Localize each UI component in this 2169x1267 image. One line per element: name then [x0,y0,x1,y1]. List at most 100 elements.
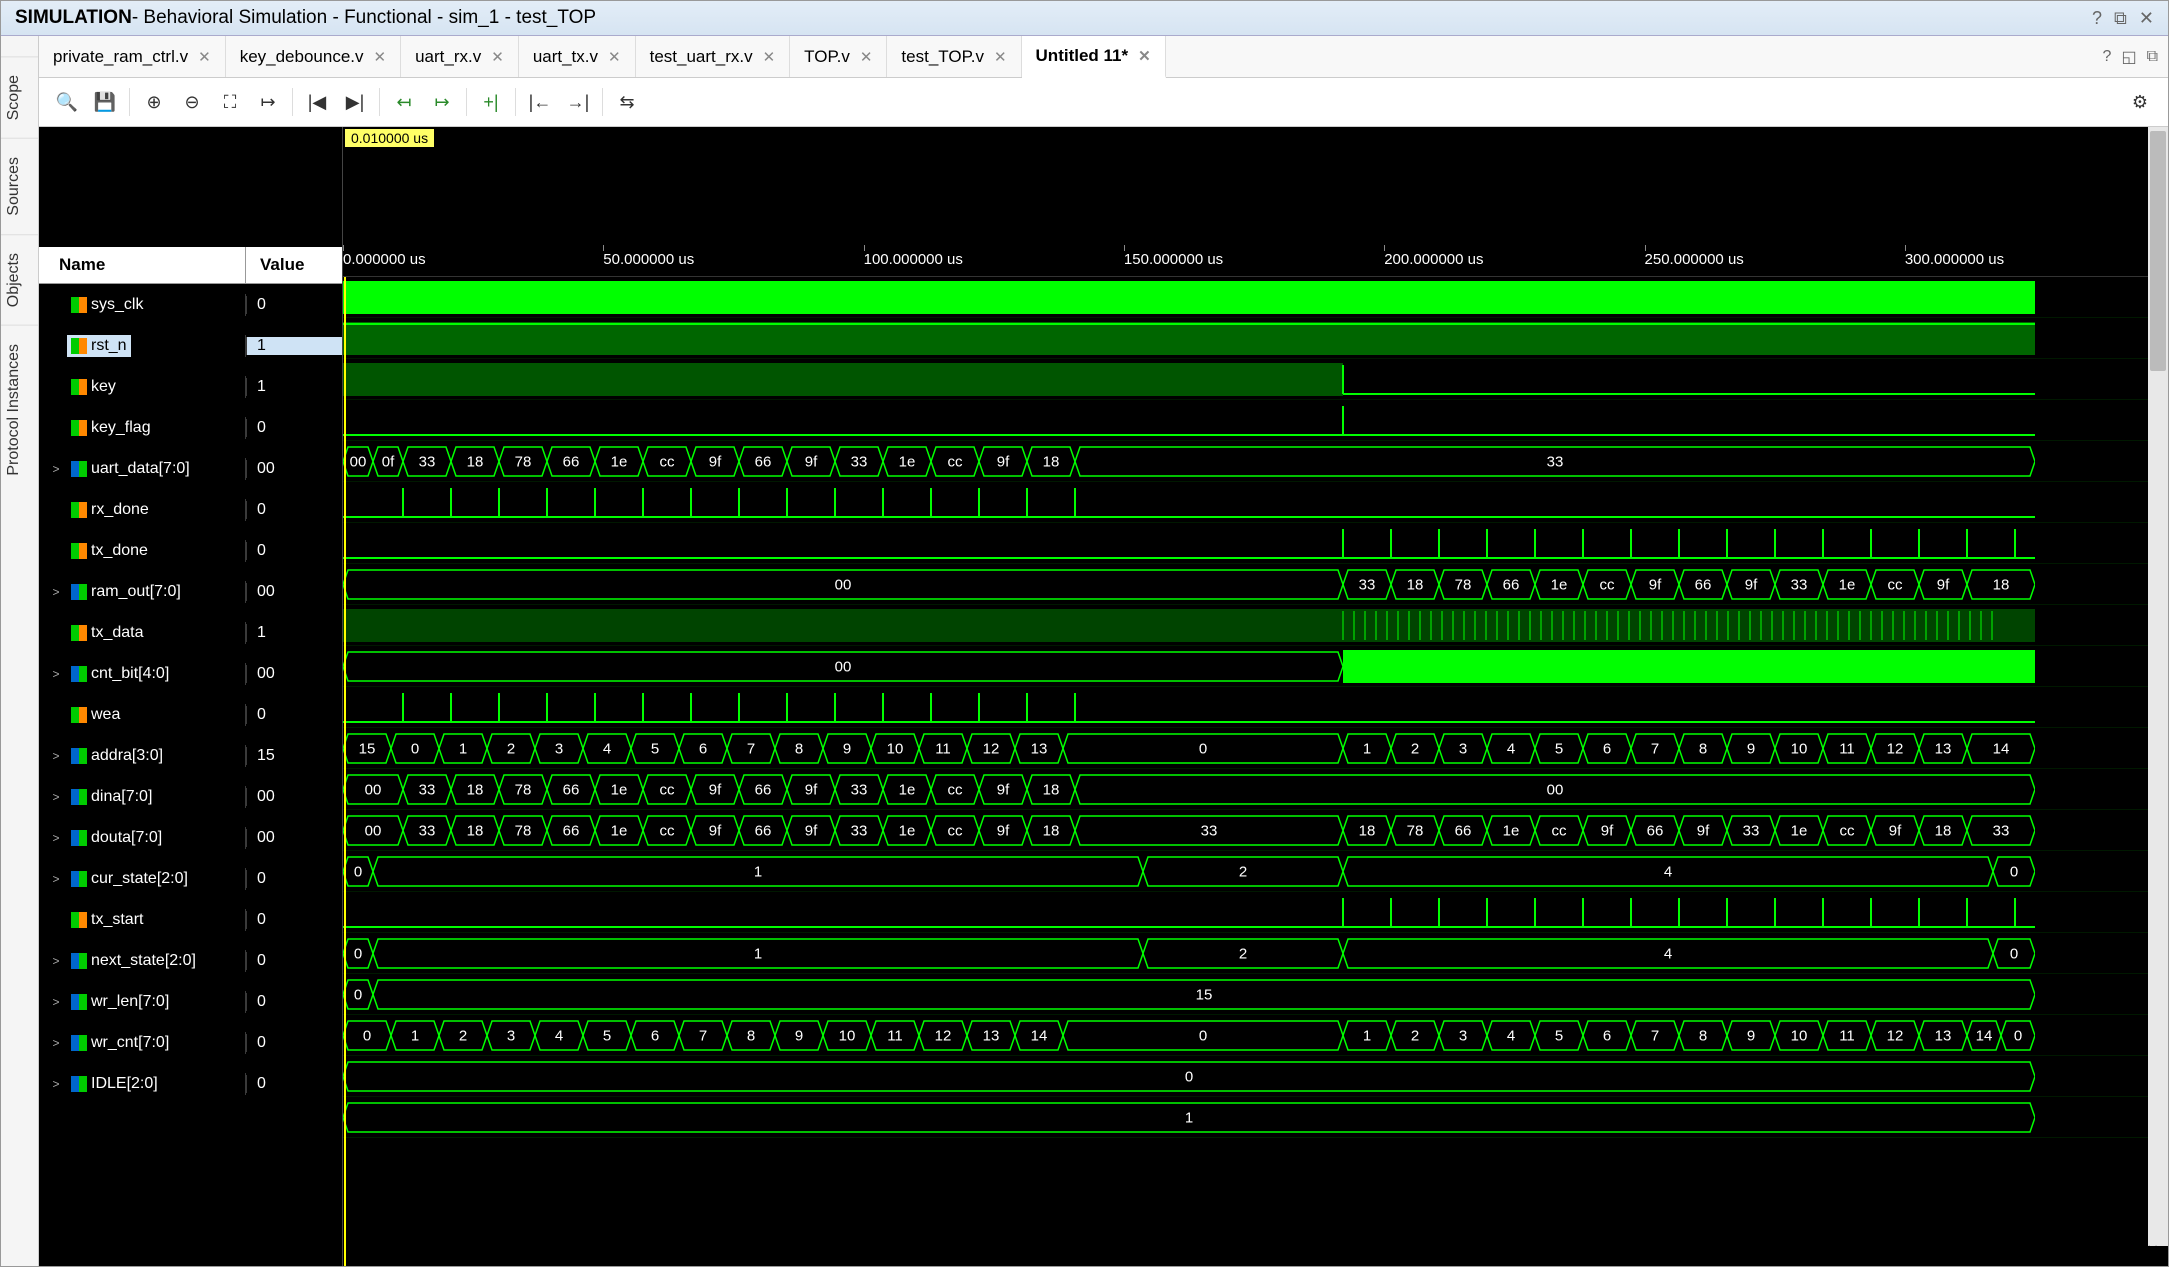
wave-row-cnt_bit-4-0-[interactable]: 00 [343,646,2168,687]
wave-row-tx_done[interactable] [343,523,2168,564]
save-icon[interactable]: 💾 [87,84,123,120]
wave-row-rst_n[interactable] [343,318,2168,359]
help-icon[interactable]: ? [2092,8,2102,29]
search-icon[interactable]: 🔍 [49,84,85,120]
close-tab-icon[interactable]: ✕ [994,48,1007,66]
expand-icon[interactable]: > [49,1036,63,1050]
wave-row-dina-7-0-[interactable]: 00331878661ecc9f669f331ecc9f1800 [343,769,2168,810]
expand-icon[interactable]: > [49,749,63,763]
prev-marker-icon[interactable]: |← [522,84,558,120]
signal-row-key_flag[interactable]: key_flag0 [39,407,342,448]
expand-icon[interactable]: > [49,954,63,968]
tab-uart_rx-v[interactable]: uart_rx.v✕ [401,36,519,77]
wave-row-douta-7-0-[interactable]: 00331878661ecc9f669f331ecc9f18331878661e… [343,810,2168,851]
add-marker-icon[interactable]: +| [473,84,509,120]
expand-icon[interactable]: > [49,585,63,599]
signal-row-tx_start[interactable]: tx_start0 [39,899,342,940]
close-tab-icon[interactable]: ✕ [608,48,621,66]
close-tab-icon[interactable]: ✕ [374,48,387,66]
expand-icon[interactable]: > [49,667,63,681]
col-name[interactable]: Name [39,247,246,284]
wave-row-uart_data-7-0-[interactable]: 000f331878661ecc9f669f331ecc9f1833 [343,441,2168,482]
close-tab-icon[interactable]: ✕ [860,48,873,66]
signal-row-IDLE-2-0-[interactable]: >IDLE[2:0]0 [39,1063,342,1104]
wave-row-wr_len-7-0-[interactable]: 015 [343,974,2168,1015]
next-marker-icon[interactable]: →| [560,84,596,120]
side-tab-protocol-instances[interactable]: Protocol Instances [1,325,38,494]
expand-icon[interactable]: > [49,1077,63,1091]
zoom-fit-icon[interactable]: ⛶ [212,84,248,120]
expand-icon[interactable]: > [49,995,63,1009]
wave-row-ram_out-7-0-[interactable]: 00331878661ecc9f669f331ecc9f18 [343,564,2168,605]
wave-row-cur_state-2-0-[interactable]: 01240 [343,851,2168,892]
wave-row-next_state-2-0-[interactable]: 01240 [343,933,2168,974]
wave-row-IDLE-2-0-[interactable]: 0 [343,1056,2168,1097]
cursor-line[interactable] [344,277,346,1266]
expand-icon[interactable]: > [49,872,63,886]
scrollbar-vertical[interactable] [2148,127,2168,1246]
swap-icon[interactable]: ⇆ [609,84,645,120]
signal-row-dina-7-0-[interactable]: >dina[7:0]00 [39,776,342,817]
signal-row-wr_len-7-0-[interactable]: >wr_len[7:0]0 [39,981,342,1022]
signal-row-tx_done[interactable]: tx_done0 [39,530,342,571]
side-tab-objects[interactable]: Objects [1,234,38,325]
expand-icon[interactable]: > [49,462,63,476]
tab-Untitled-11-[interactable]: Untitled 11*✕ [1022,36,1166,78]
goto-cursor-icon[interactable]: ↦ [250,84,286,120]
signal-row-rst_n[interactable]: rst_n1 [39,325,342,366]
gear-icon[interactable]: ⚙ [2122,84,2158,120]
wave-row-wea[interactable] [343,687,2168,728]
next-edge-icon[interactable]: ↦ [424,84,460,120]
signal-row-key[interactable]: key1 [39,366,342,407]
tab-private_ram_ctrl-v[interactable]: private_ram_ctrl.v✕ [39,36,226,77]
tab-test_TOP-v[interactable]: test_TOP.v✕ [887,36,1021,77]
time-ruler[interactable]: 0.000000 us50.000000 us100.000000 us150.… [343,245,2168,277]
close-tab-icon[interactable]: ✕ [1138,47,1151,65]
tab-test_uart_rx-v[interactable]: test_uart_rx.v✕ [636,36,791,77]
maximize-icon[interactable]: ◱ [2121,47,2136,67]
signal-row-cur_state-2-0-[interactable]: >cur_state[2:0]0 [39,858,342,899]
signal-row-douta-7-0-[interactable]: >douta[7:0]00 [39,817,342,858]
side-tab-scope[interactable]: Scope [1,56,38,138]
signal-row-tx_data[interactable]: tx_data1 [39,612,342,653]
restore-icon[interactable]: ⧉ [2114,8,2127,29]
wave-row-tx_start[interactable] [343,892,2168,933]
restore-icon[interactable]: ⧉ [2147,48,2158,66]
wave-row-sys_clk[interactable] [343,277,2168,318]
last-icon[interactable]: ▶| [337,84,373,120]
zoom-in-icon[interactable]: ⊕ [136,84,172,120]
wave-row-key[interactable] [343,359,2168,400]
close-tab-icon[interactable]: ✕ [763,48,776,66]
wave-row-tx_data[interactable] [343,605,2168,646]
wave-row-wr_cnt-7-0-[interactable]: 0123456789101112131401234567891011121314… [343,1015,2168,1056]
waveforms[interactable]: 000f331878661ecc9f669f331ecc9f1833 003318… [343,277,2168,1266]
signal-row-cnt_bit-4-0-[interactable]: >cnt_bit[4:0]00 [39,653,342,694]
signal-row-addra-3-0-[interactable]: >addra[3:0]15 [39,735,342,776]
help-icon[interactable]: ? [2103,48,2112,66]
signal-row-wea[interactable]: wea0 [39,694,342,735]
close-tab-icon[interactable]: ✕ [198,48,211,66]
signal-list[interactable]: sys_clk0rst_n1key1key_flag0>uart_data[7:… [39,284,342,1266]
wave-row-rx_done[interactable] [343,482,2168,523]
signal-row-sys_clk[interactable]: sys_clk0 [39,284,342,325]
wave-row-key_flag[interactable] [343,400,2168,441]
close-tab-icon[interactable]: ✕ [491,48,504,66]
signal-row-uart_data-7-0-[interactable]: >uart_data[7:0]00 [39,448,342,489]
tab-uart_tx-v[interactable]: uart_tx.v✕ [519,36,636,77]
close-window-icon[interactable]: ✕ [2139,8,2154,29]
signal-row-rx_done[interactable]: rx_done0 [39,489,342,530]
expand-icon[interactable]: > [49,790,63,804]
signal-row-wr_cnt-7-0-[interactable]: >wr_cnt[7:0]0 [39,1022,342,1063]
tab-key_debounce-v[interactable]: key_debounce.v✕ [226,36,401,77]
side-tab-sources[interactable]: Sources [1,138,38,234]
signal-row-ram_out-7-0-[interactable]: >ram_out[7:0]00 [39,571,342,612]
signal-row-next_state-2-0-[interactable]: >next_state[2:0]0 [39,940,342,981]
col-value[interactable]: Value [246,247,342,284]
expand-icon[interactable]: > [49,831,63,845]
zoom-out-icon[interactable]: ⊖ [174,84,210,120]
wave-area[interactable]: 0.010000 us 0.000000 us50.000000 us100.0… [343,127,2168,1266]
tab-TOP-v[interactable]: TOP.v✕ [790,36,887,77]
first-icon[interactable]: |◀ [299,84,335,120]
prev-edge-icon[interactable]: ↤ [386,84,422,120]
wave-row-addra-3-0-[interactable]: 1501234567891011121301234567891011121314 [343,728,2168,769]
